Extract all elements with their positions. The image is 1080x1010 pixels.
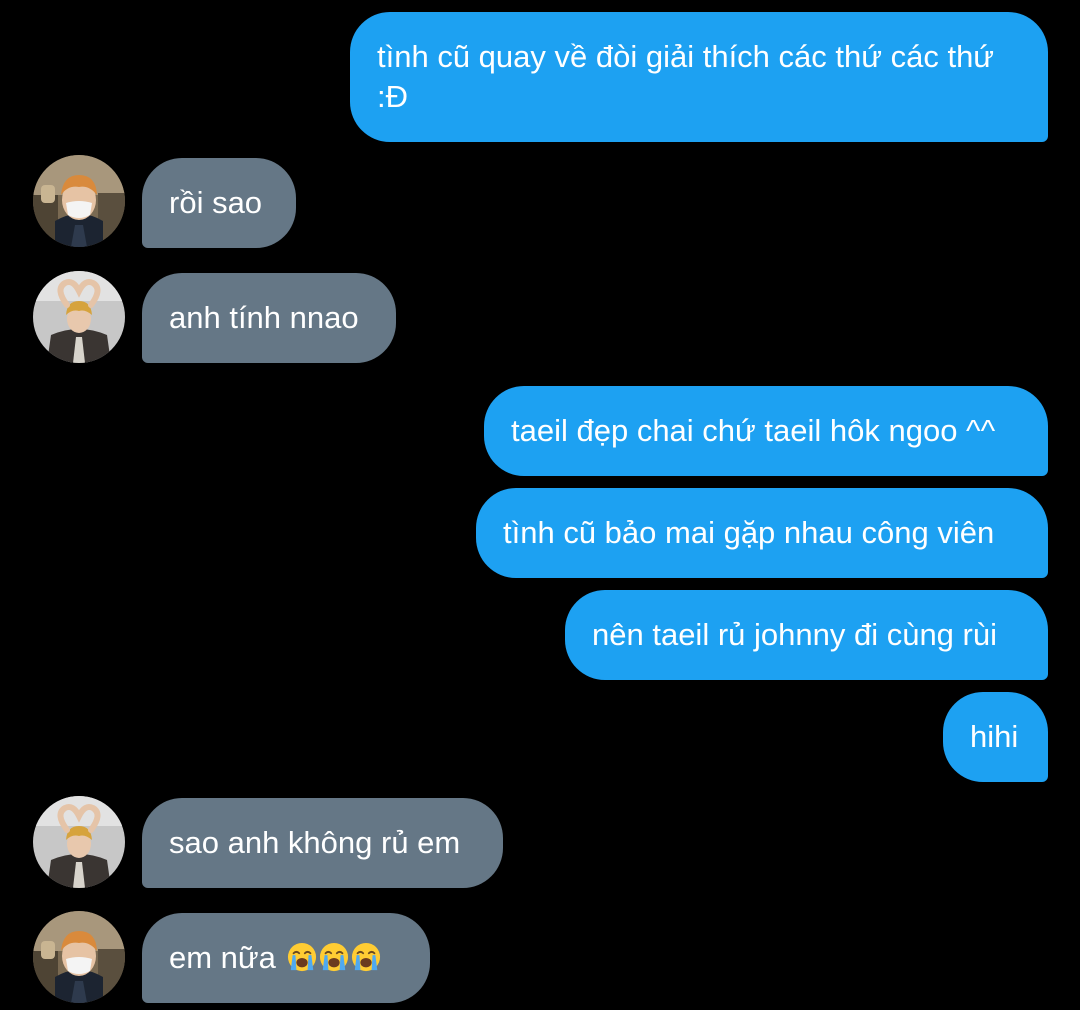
avatar-heart-pose-user[interactable] [33,796,125,888]
sent-message-bubble[interactable]: hihi [943,692,1048,782]
received-message-bubble[interactable]: sao anh không rủ em [142,798,503,888]
loudly-crying-face-icon [319,942,348,972]
message-text: tình cũ quay về đòi giải thích các thứ c… [377,39,995,114]
sent-message-bubble[interactable]: nên taeil rủ johnny đi cùng rùi [565,590,1048,680]
received-message-bubble[interactable]: anh tính nnao [142,273,396,363]
message-text: sao anh không rủ em [169,825,461,860]
message-text: rồi sao [169,185,263,220]
message-text: anh tính nnao [169,300,359,335]
sent-message-bubble[interactable]: taeil đẹp chai chứ taeil hôk ngoo ^^ [484,386,1048,476]
loudly-crying-face-icon [351,942,380,972]
message-text: nên taeil rủ johnny đi cùng rùi [592,617,997,652]
avatar-masked-user[interactable] [33,911,125,1003]
message-text: em nữa [169,940,276,975]
loudly-crying-face-icon [287,942,316,972]
sent-message-bubble[interactable]: tình cũ quay về đòi giải thích các thứ c… [350,12,1048,142]
sent-message-bubble[interactable]: tình cũ bảo mai gặp nhau công viên [476,488,1048,578]
received-message-bubble[interactable]: em nữa [142,913,430,1003]
received-message-bubble[interactable]: rồi sao [142,158,296,248]
message-text: tình cũ bảo mai gặp nhau công viên [503,515,995,550]
message-text: hihi [970,719,1019,754]
avatar-masked-user[interactable] [33,155,125,247]
message-text: taeil đẹp chai chứ taeil hôk ngoo ^^ [511,413,996,448]
avatar-heart-pose-user[interactable] [33,271,125,363]
